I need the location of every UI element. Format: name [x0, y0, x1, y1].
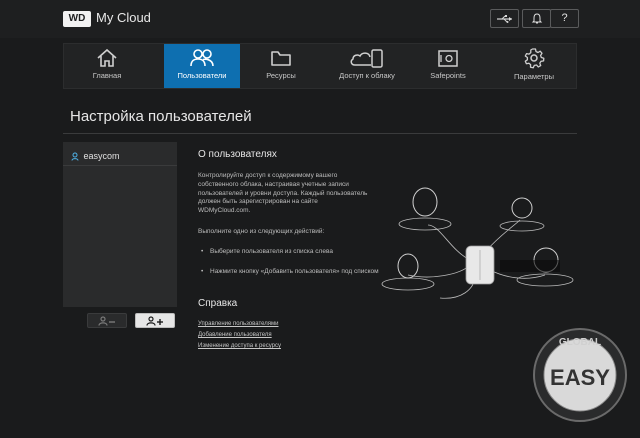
nav-item-cloud-access[interactable]: Доступ к облаку	[322, 44, 412, 88]
users-icon	[190, 49, 214, 67]
nav-item-home[interactable]: Главная	[70, 44, 144, 88]
main-nav: Главная Пользователи Ресурсы Доступ к об…	[63, 43, 577, 89]
remove-user-icon	[98, 316, 115, 326]
nav-item-safepoints[interactable]: Safepoints	[412, 44, 484, 88]
cloud-phone-icon	[350, 49, 383, 68]
notifications-button[interactable]	[522, 9, 551, 28]
watermark-text-main: EASY	[550, 365, 610, 390]
page-title: Настройка пользователей	[70, 108, 252, 125]
about-users-title: О пользователях	[198, 149, 277, 160]
folder-icon	[271, 51, 291, 66]
help-link-change-access[interactable]: Изменение доступа к ресурсу	[198, 343, 281, 349]
users-illustration	[381, 187, 574, 299]
wd-logo: WD	[63, 11, 91, 27]
watermark-text-top: GLOBAL	[559, 337, 601, 348]
about-users-paragraph: Контролируйте доступ к содержимому вашег…	[198, 172, 368, 215]
nav-item-users[interactable]: Пользователи	[164, 44, 240, 88]
nav-label-users: Пользователи	[177, 71, 227, 80]
help-button[interactable]: ?	[550, 9, 579, 28]
user-list-item[interactable]: easycom	[63, 146, 177, 166]
user-list-panel: easycom	[63, 142, 177, 307]
user-icon	[71, 152, 79, 161]
about-users-instruction: Выполните одно из следующих действий:	[198, 228, 325, 235]
nav-label-shares: Ресурсы	[266, 71, 296, 80]
about-users-bullet-2: Нажмите кнопку «Добавить пользователя» п…	[201, 268, 380, 277]
app-name: My Cloud	[96, 10, 151, 25]
add-user-button[interactable]	[135, 313, 175, 328]
top-bar: WD My Cloud ?	[0, 0, 640, 38]
about-users-bullet-1: Выберите пользователя из списка слева	[201, 248, 380, 257]
nav-item-settings[interactable]: Параметры	[496, 44, 572, 88]
home-icon	[97, 48, 117, 67]
add-user-icon	[146, 316, 163, 326]
help-title: Справка	[198, 298, 238, 309]
bell-icon	[531, 13, 542, 24]
remove-user-button[interactable]	[87, 313, 127, 328]
title-divider	[63, 133, 577, 134]
nav-label-home: Главная	[92, 71, 122, 80]
nav-item-shares[interactable]: Ресурсы	[244, 44, 318, 88]
help-link-manage-users[interactable]: Управление пользователями	[198, 321, 279, 327]
gear-icon	[524, 48, 545, 69]
safe-icon	[438, 50, 458, 67]
usb-button[interactable]	[490, 9, 519, 28]
usb-icon	[496, 15, 512, 23]
nav-label-cloud-access: Доступ к облаку	[339, 71, 395, 80]
help-link-add-user[interactable]: Добавление пользователя	[198, 332, 272, 338]
user-name: easycom	[83, 151, 120, 161]
watermark-logo: GLOBAL EASY	[533, 328, 627, 422]
nav-label-safepoints: Safepoints	[430, 71, 466, 80]
nav-label-settings: Параметры	[514, 72, 554, 81]
